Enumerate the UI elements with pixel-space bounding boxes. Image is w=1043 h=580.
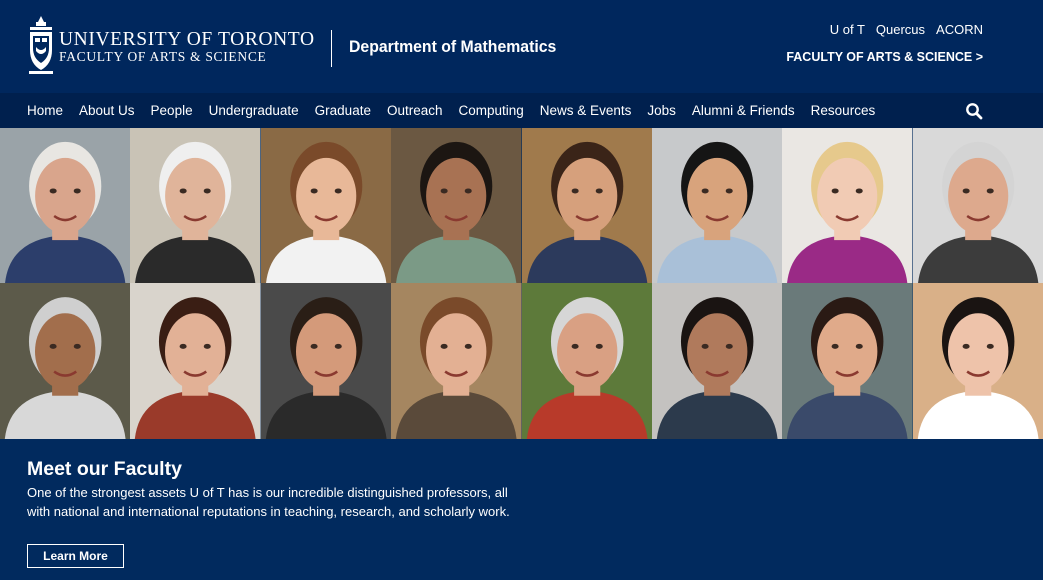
portrait-icon bbox=[651, 128, 783, 283]
portrait-icon bbox=[391, 283, 522, 439]
university-name[interactable]: UNIVERSITY OF TORONTO bbox=[59, 30, 315, 50]
learn-more-button[interactable]: Learn More bbox=[27, 544, 124, 568]
meet-faculty-promo: Meet our Faculty One of the strongest as… bbox=[0, 439, 1043, 580]
header-divider bbox=[331, 30, 332, 67]
nav-item-home[interactable]: Home bbox=[27, 103, 63, 118]
portrait-icon bbox=[521, 283, 652, 439]
portrait-icon bbox=[391, 128, 522, 283]
faculty-photo[interactable] bbox=[782, 283, 913, 439]
faculty-photo[interactable] bbox=[391, 128, 522, 283]
faculty-photo[interactable] bbox=[130, 128, 261, 283]
department-name[interactable]: Department of Mathematics bbox=[349, 37, 556, 57]
portrait-icon bbox=[130, 128, 261, 283]
utility-links: U of T Quercus ACORN bbox=[830, 22, 983, 37]
nav-item-alumni-friends[interactable]: Alumni & Friends bbox=[692, 103, 795, 118]
portrait-icon bbox=[130, 283, 261, 439]
portrait-icon bbox=[0, 283, 131, 439]
portrait-icon bbox=[521, 128, 652, 283]
portrait-icon bbox=[912, 128, 1043, 283]
portrait-icon bbox=[0, 128, 131, 283]
portrait-icon bbox=[260, 283, 392, 439]
faculty-photo[interactable] bbox=[912, 283, 1043, 439]
utility-link-acorn[interactable]: ACORN bbox=[936, 22, 983, 37]
search-icon[interactable] bbox=[965, 102, 983, 120]
main-nav: Home About Us People Undergraduate Gradu… bbox=[0, 93, 1043, 128]
portrait-icon bbox=[260, 128, 392, 283]
faculty-of-arts-science-link[interactable]: FACULTY OF ARTS & SCIENCE > bbox=[786, 50, 983, 64]
faculty-photo[interactable] bbox=[651, 283, 783, 439]
nav-item-computing[interactable]: Computing bbox=[459, 103, 524, 118]
nav-list: Home About Us People Undergraduate Gradu… bbox=[0, 93, 1043, 128]
nav-item-news-events[interactable]: News & Events bbox=[540, 103, 632, 118]
nav-item-graduate[interactable]: Graduate bbox=[315, 103, 371, 118]
faculty-photo[interactable] bbox=[260, 283, 392, 439]
promo-title: Meet our Faculty bbox=[27, 458, 182, 480]
faculty-photo-grid bbox=[0, 128, 1043, 439]
nav-item-undergraduate[interactable]: Undergraduate bbox=[209, 103, 299, 118]
promo-text: One of the strongest assets U of T has i… bbox=[27, 485, 510, 519]
faculty-photo[interactable] bbox=[0, 283, 131, 439]
site-header: UNIVERSITY OF TORONTO FACULTY OF ARTS & … bbox=[0, 0, 1043, 93]
nav-item-people[interactable]: People bbox=[151, 103, 193, 118]
faculty-photo[interactable] bbox=[782, 128, 913, 283]
faculty-name[interactable]: FACULTY OF ARTS & SCIENCE bbox=[59, 49, 266, 64]
faculty-photo[interactable] bbox=[130, 283, 261, 439]
faculty-photo[interactable] bbox=[912, 128, 1043, 283]
portrait-icon bbox=[782, 128, 913, 283]
nav-item-resources[interactable]: Resources bbox=[811, 103, 876, 118]
nav-item-outreach[interactable]: Outreach bbox=[387, 103, 443, 118]
nav-item-about-us[interactable]: About Us bbox=[79, 103, 135, 118]
portrait-icon bbox=[782, 283, 913, 439]
faculty-photo[interactable] bbox=[260, 128, 392, 283]
faculty-photo[interactable] bbox=[0, 128, 131, 283]
utility-link-uoft[interactable]: U of T bbox=[830, 22, 865, 37]
faculty-photo[interactable] bbox=[651, 128, 783, 283]
utility-link-quercus[interactable]: Quercus bbox=[876, 22, 925, 37]
nav-item-jobs[interactable]: Jobs bbox=[647, 103, 676, 118]
university-crest-icon[interactable] bbox=[27, 14, 55, 76]
portrait-icon bbox=[912, 283, 1043, 439]
faculty-photo[interactable] bbox=[521, 283, 652, 439]
faculty-photo[interactable] bbox=[391, 283, 522, 439]
portrait-icon bbox=[651, 283, 783, 439]
faculty-photo[interactable] bbox=[521, 128, 652, 283]
